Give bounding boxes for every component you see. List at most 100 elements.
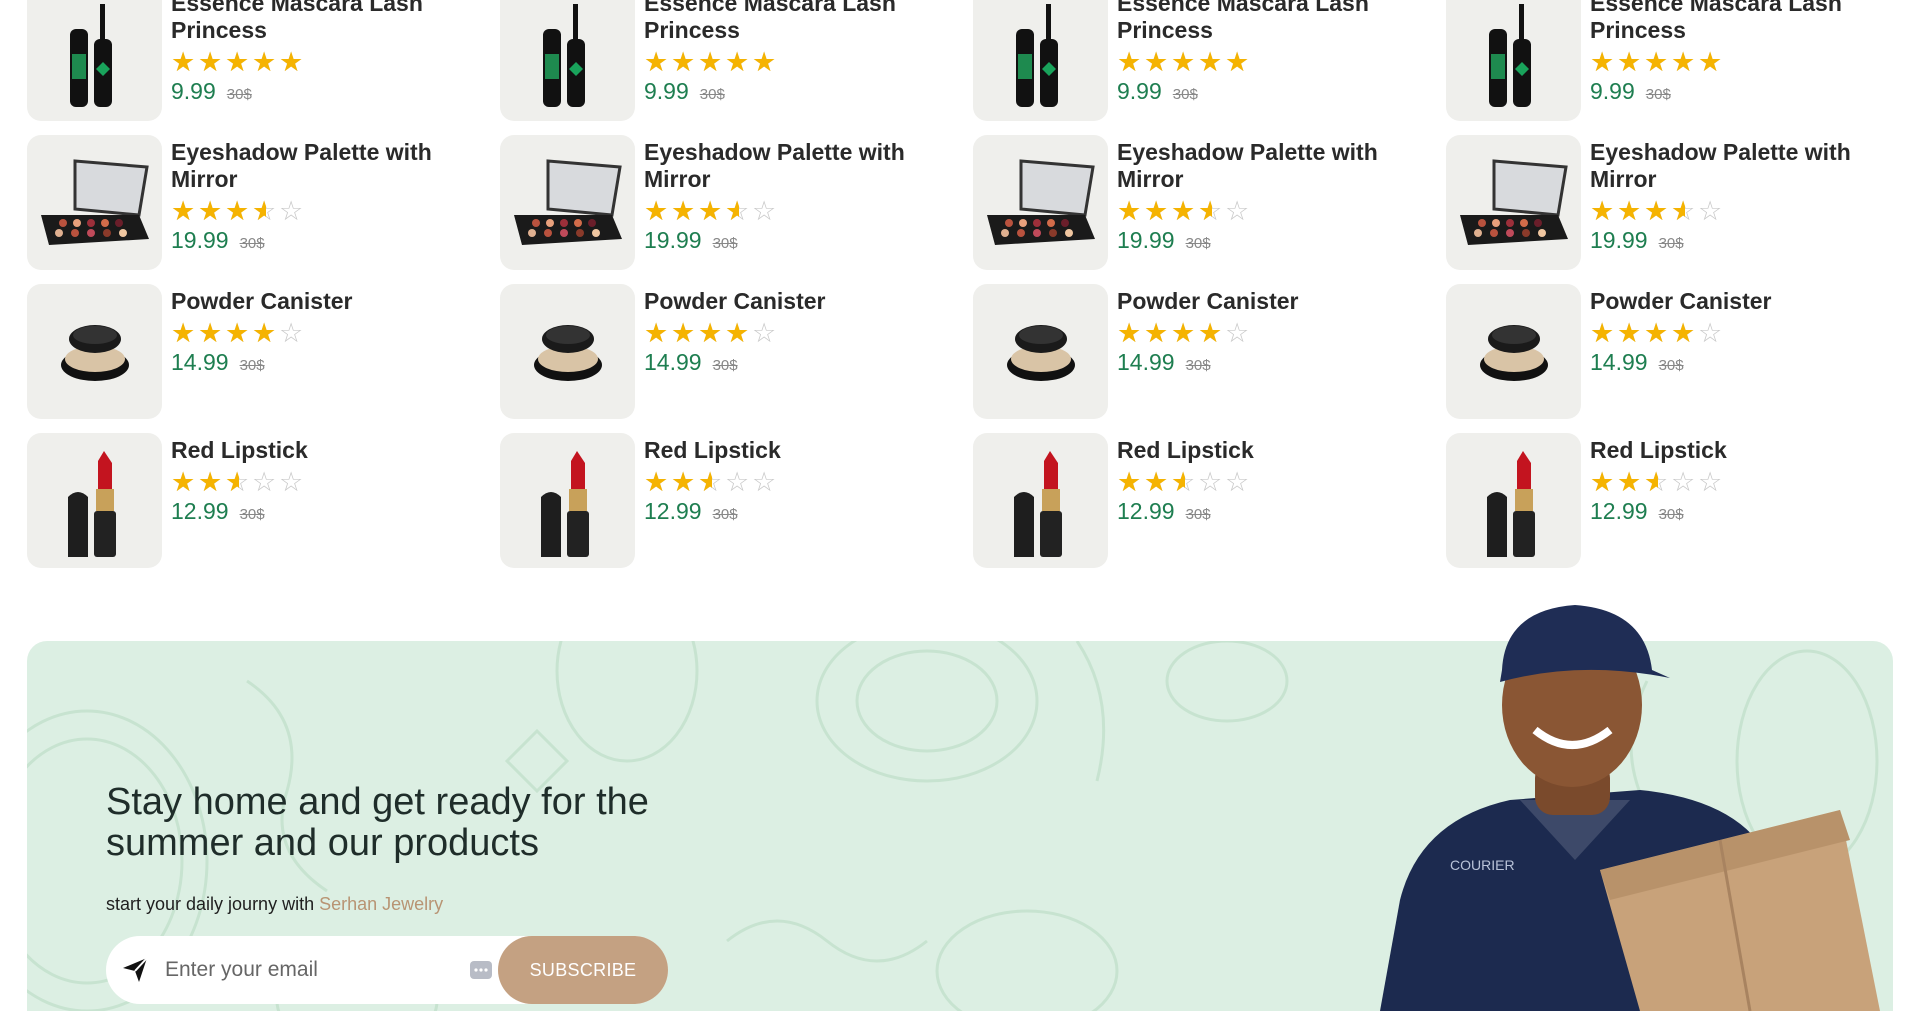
product-card[interactable]: Powder Canister ☆★☆★☆★☆★☆★ 14.99 30$ bbox=[1446, 284, 1919, 419]
mascara-image[interactable] bbox=[973, 0, 1108, 121]
star-icon: ☆★ bbox=[1144, 317, 1169, 349]
star-icon: ☆★ bbox=[1117, 195, 1142, 227]
product-old-price: 30$ bbox=[1658, 506, 1684, 523]
star-icon: ☆★ bbox=[1590, 317, 1615, 349]
powder-image[interactable] bbox=[973, 284, 1108, 419]
product-card[interactable]: Red Lipstick ☆★☆★☆★☆★☆★ 12.99 30$ bbox=[1446, 433, 1919, 568]
powder-image[interactable] bbox=[27, 284, 162, 419]
product-title[interactable]: Eyeshadow Palette with Mirror bbox=[1590, 139, 1881, 193]
product-card[interactable]: Red Lipstick ☆★☆★☆★☆★☆★ 12.99 30$ bbox=[27, 433, 500, 568]
product-info: Powder Canister ☆★☆★☆★☆★☆★ 14.99 30$ bbox=[1108, 284, 1408, 376]
mascara-image[interactable] bbox=[500, 0, 635, 121]
product-card[interactable]: Essence Mascara Lash Princess ☆ ★ ☆ ★ ☆ ★ ☆ ★ ☆ ★… bbox=[500, 0, 973, 121]
star-icon: ☆★ bbox=[225, 466, 250, 498]
star-icon: ☆★ bbox=[752, 466, 777, 498]
product-card[interactable]: Eyeshadow Palette with Mirror ☆★☆★☆★☆★☆★… bbox=[27, 135, 500, 270]
star-icon: ☆★ bbox=[252, 317, 277, 349]
product-price: 14.99 bbox=[1590, 349, 1648, 375]
product-card[interactable]: Red Lipstick ☆★☆★☆★☆★☆★ 12.99 30$ bbox=[500, 433, 973, 568]
star-icon: ☆★ bbox=[1698, 46, 1723, 78]
product-title[interactable]: Eyeshadow Palette with Mirror bbox=[171, 139, 462, 193]
price-row: 19.99 30$ bbox=[1590, 227, 1881, 254]
product-card[interactable]: Powder Canister ☆★☆★☆★☆★☆★ 14.99 30$ bbox=[27, 284, 500, 419]
product-old-price: 30$ bbox=[1658, 235, 1684, 252]
product-card[interactable]: Powder Canister ☆★☆★☆★☆★☆★ 14.99 30$ bbox=[500, 284, 973, 419]
lipstick-image[interactable] bbox=[27, 433, 162, 568]
product-price: 12.99 bbox=[1590, 498, 1648, 524]
product-card[interactable]: Essence Mascara Lash Princess ☆ ★ ☆ ★ ☆ ★ ☆ ★ ☆ ★… bbox=[27, 0, 500, 121]
product-price: 19.99 bbox=[1117, 227, 1175, 253]
palette-image[interactable] bbox=[1446, 135, 1581, 270]
product-card[interactable]: Essence Mascara Lash Princess ☆ ★ ☆ ★ ☆ ★ ☆ ★ ☆ ★… bbox=[973, 0, 1446, 121]
star-icon: ☆★ bbox=[644, 195, 669, 227]
product-title[interactable]: Essence Mascara Lash Princess bbox=[171, 0, 462, 44]
palette-image[interactable] bbox=[500, 135, 635, 270]
star-icon: ☆★ bbox=[698, 46, 723, 78]
star-icon: ☆★ bbox=[644, 46, 669, 78]
product-title[interactable]: Essence Mascara Lash Princess bbox=[1590, 0, 1881, 44]
star-icon: ☆★ bbox=[1144, 46, 1169, 78]
star-icon: ☆★ bbox=[1171, 195, 1196, 227]
product-title[interactable]: Essence Mascara Lash Princess bbox=[1117, 0, 1408, 44]
product-info: Essence Mascara Lash Princess ☆ ★ ☆ ★ ☆ ★ ☆ ★ ☆ ★… bbox=[1108, 0, 1408, 105]
star-icon: ☆★ bbox=[725, 317, 750, 349]
star-icon: ☆★ bbox=[1225, 46, 1250, 78]
star-icon: ☆★ bbox=[198, 195, 223, 227]
product-card[interactable]: Eyeshadow Palette with Mirror ☆★☆★☆★☆★☆★… bbox=[500, 135, 973, 270]
star-icon: ☆★ bbox=[1171, 466, 1196, 498]
product-card[interactable]: Eyeshadow Palette with Mirror ☆★☆★☆★☆★☆★… bbox=[1446, 135, 1919, 270]
product-title[interactable]: Eyeshadow Palette with Mirror bbox=[1117, 139, 1408, 193]
star-icon: ☆★ bbox=[1698, 466, 1723, 498]
star-icon: ☆★ bbox=[1671, 46, 1696, 78]
powder-image[interactable] bbox=[1446, 284, 1581, 419]
product-title[interactable]: Powder Canister bbox=[644, 288, 935, 315]
star-icon: ☆★ bbox=[225, 46, 250, 78]
lipstick-image[interactable] bbox=[973, 433, 1108, 568]
product-card[interactable]: Essence Mascara Lash Princess ☆ ★ ☆ ★ ☆ ★ ☆ ★ ☆ ★… bbox=[1446, 0, 1919, 121]
product-title[interactable]: Powder Canister bbox=[1590, 288, 1881, 315]
mascara-image[interactable] bbox=[27, 0, 162, 121]
lipstick-image[interactable] bbox=[500, 433, 635, 568]
star-icon: ☆★ bbox=[279, 317, 304, 349]
palette-image[interactable] bbox=[973, 135, 1108, 270]
star-icon: ☆★ bbox=[698, 466, 723, 498]
mascara-image[interactable] bbox=[1446, 0, 1581, 121]
product-card[interactable]: Powder Canister ☆★☆★☆★☆★☆★ 14.99 30$ bbox=[973, 284, 1446, 419]
star-icon: ☆★ bbox=[1144, 466, 1169, 498]
product-title[interactable]: Powder Canister bbox=[1117, 288, 1408, 315]
more-dots-icon[interactable] bbox=[469, 958, 493, 982]
product-info: Powder Canister ☆★☆★☆★☆★☆★ 14.99 30$ bbox=[635, 284, 935, 376]
star-icon: ☆★ bbox=[171, 46, 196, 78]
price-row: 9.99 30$ bbox=[1117, 78, 1408, 105]
star-icon: ☆★ bbox=[198, 317, 223, 349]
star-icon: ☆★ bbox=[1644, 195, 1669, 227]
email-input[interactable] bbox=[165, 958, 465, 982]
product-title[interactable]: Powder Canister bbox=[171, 288, 462, 315]
product-title[interactable]: Red Lipstick bbox=[171, 437, 462, 464]
product-title[interactable]: Red Lipstick bbox=[1590, 437, 1881, 464]
product-title[interactable]: Red Lipstick bbox=[644, 437, 935, 464]
product-title[interactable]: Essence Mascara Lash Princess bbox=[644, 0, 935, 44]
star-icon: ☆★ bbox=[1644, 46, 1669, 78]
product-card[interactable]: Eyeshadow Palette with Mirror ☆★☆★☆★☆★☆★… bbox=[973, 135, 1446, 270]
star-icon: ☆★ bbox=[198, 466, 223, 498]
rating-stars: ☆★☆★☆★☆★☆★ bbox=[644, 318, 935, 348]
star-icon: ☆★ bbox=[198, 46, 223, 78]
rating-stars: ☆★☆★☆★☆★☆★ bbox=[1117, 196, 1408, 226]
star-icon: ☆★ bbox=[752, 46, 777, 78]
subscribe-button[interactable]: SUBSCRIBE bbox=[498, 936, 668, 1004]
star-icon: ☆★ bbox=[1671, 466, 1696, 498]
courier-person-image: COURIER bbox=[1380, 605, 1880, 1011]
star-icon: ☆★ bbox=[279, 46, 304, 78]
star-icon: ☆★ bbox=[279, 466, 304, 498]
product-title[interactable]: Red Lipstick bbox=[1117, 437, 1408, 464]
product-title[interactable]: Eyeshadow Palette with Mirror bbox=[644, 139, 935, 193]
product-card[interactable]: Red Lipstick ☆★☆★☆★☆★☆★ 12.99 30$ bbox=[973, 433, 1446, 568]
rating-stars: ☆★☆★☆★☆★☆★ bbox=[1117, 47, 1408, 77]
lipstick-image[interactable] bbox=[1446, 433, 1581, 568]
powder-image[interactable] bbox=[500, 284, 635, 419]
star-icon: ☆★ bbox=[644, 317, 669, 349]
star-icon: ☆★ bbox=[1617, 46, 1642, 78]
palette-image[interactable] bbox=[27, 135, 162, 270]
star-icon: ☆★ bbox=[1617, 195, 1642, 227]
